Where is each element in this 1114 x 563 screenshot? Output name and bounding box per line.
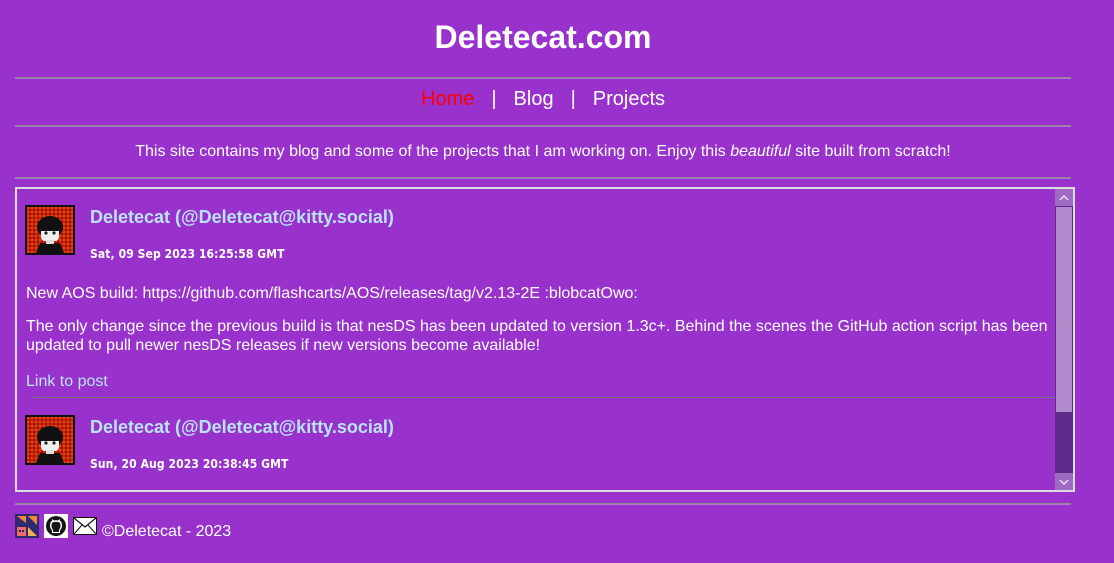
- nav-divider: [15, 125, 1071, 127]
- post-content: New AOS build: https://github.com/flashc…: [26, 284, 1055, 369]
- chevron-up-icon: [1059, 194, 1069, 201]
- feed-scrollbar[interactable]: [1055, 189, 1073, 490]
- email-icon[interactable]: [73, 514, 97, 538]
- post-date: Sat, 09 Sep 2023 16:25:58 GMT: [90, 247, 285, 261]
- kitty-social-icon[interactable]: [15, 514, 39, 538]
- post-divider: [33, 397, 1055, 398]
- footer-divider: [15, 503, 1071, 505]
- intro-text-end: site built from scratch!: [790, 143, 951, 160]
- scrollbar-thumb[interactable]: [1056, 207, 1072, 412]
- scroll-down-button[interactable]: [1055, 473, 1073, 490]
- chevron-down-icon: [1059, 478, 1069, 485]
- avatar: [25, 205, 75, 255]
- nav-separator: |: [570, 88, 576, 110]
- nav-home-link[interactable]: Home: [421, 88, 474, 110]
- github-icon[interactable]: [44, 514, 68, 538]
- nav-blog-link[interactable]: Blog: [514, 88, 554, 110]
- post-author-link[interactable]: Deletecat (@Deletecat@kitty.social): [90, 206, 394, 228]
- intro-text: This site contains my blog and some of t…: [135, 143, 731, 160]
- post-date: Sun, 20 Aug 2023 20:38:45 GMT: [90, 457, 289, 471]
- main-nav: Home | Blog | Projects: [0, 86, 1086, 112]
- nav-projects-link[interactable]: Projects: [593, 88, 665, 110]
- post-paragraph: New AOS build: https://github.com/flashc…: [26, 285, 638, 302]
- intro-emphasis: beautiful: [730, 143, 791, 160]
- mastodon-feed[interactable]: Deletecat (@Deletecat@kitty.social) Sat,…: [15, 187, 1075, 492]
- intro-divider: [15, 177, 1071, 179]
- site-intro: This site contains my blog and some of t…: [0, 142, 1086, 162]
- site-title: Deletecat.com: [434, 19, 652, 55]
- link-to-post[interactable]: Link to post: [26, 372, 108, 392]
- feed-content: Deletecat (@Deletecat@kitty.social) Sat,…: [17, 189, 1055, 490]
- header-divider: [15, 77, 1071, 79]
- nav-separator: |: [491, 88, 497, 110]
- post-author-link[interactable]: Deletecat (@Deletecat@kitty.social): [90, 416, 394, 438]
- page: Deletecat.com Home | Blog | Projects This si…: [0, 0, 1114, 563]
- avatar: [25, 415, 75, 465]
- scroll-up-button[interactable]: [1055, 189, 1073, 206]
- copyright-text: ©Deletecat - 2023: [102, 523, 232, 540]
- footer: ©Deletecat - 2023: [15, 513, 232, 540]
- post-paragraph: The only change since the previous build…: [26, 318, 1048, 354]
